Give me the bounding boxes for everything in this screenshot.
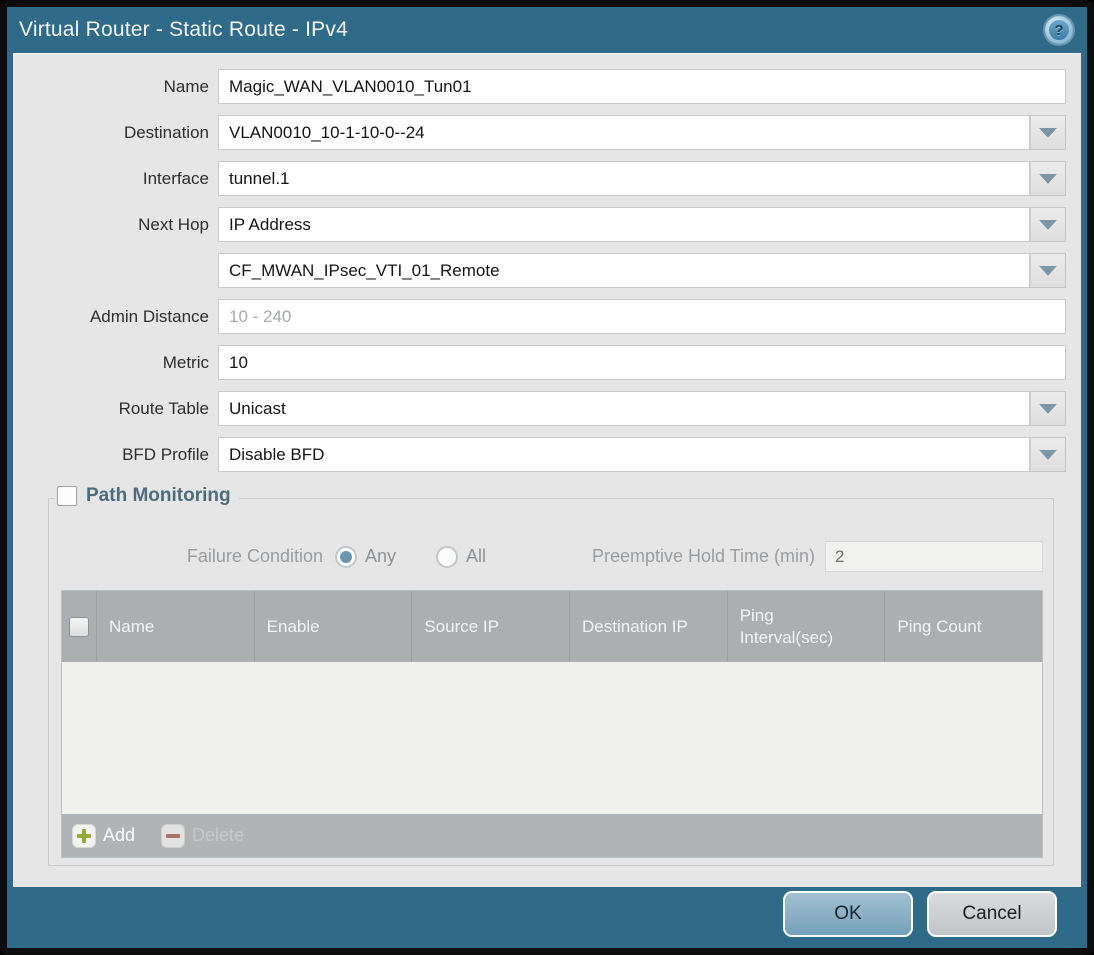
table-header-row: Name Enable Source IP Destination IP Pin…: [62, 591, 1042, 662]
table-header-select: [62, 591, 97, 662]
admin-distance-input[interactable]: [218, 299, 1066, 334]
preemptive-hold-time-label: Preemptive Hold Time (min): [591, 546, 815, 566]
chevron-down-icon: [1039, 173, 1057, 184]
static-route-dialog: Virtual Router - Static Route - IPv4 ? N…: [0, 0, 1094, 955]
preemptive-hold-time-input[interactable]: [825, 541, 1043, 572]
interface-label: Interface: [142, 168, 209, 188]
bfd-profile-dropdown-button[interactable]: [1030, 437, 1066, 472]
plus-icon: [72, 823, 96, 848]
form-row-route-table: Route Table: [28, 391, 1066, 426]
select-all-checkbox[interactable]: [69, 616, 89, 637]
path-monitoring-title: Path Monitoring: [86, 485, 231, 506]
next-hop-type-input[interactable]: [218, 207, 1030, 242]
table-header-name[interactable]: Name: [97, 591, 255, 662]
cancel-button[interactable]: Cancel: [927, 891, 1057, 937]
table-header-enable[interactable]: Enable: [255, 591, 413, 662]
route-table-label: Route Table: [118, 398, 209, 418]
table-header-ping-count[interactable]: Ping Count: [885, 591, 1042, 662]
chevron-down-icon: [1039, 403, 1057, 414]
path-monitoring-group: Path Monitoring Failure Condition Any Al…: [48, 485, 1054, 866]
failure-condition-all-radio[interactable]: [436, 545, 459, 568]
path-monitoring-table: Name Enable Source IP Destination IP Pin…: [61, 590, 1043, 858]
form-row-admin-distance: Admin Distance: [28, 299, 1066, 334]
next-hop-label: Next Hop: [138, 214, 209, 234]
path-monitoring-legend: Path Monitoring: [55, 485, 239, 507]
form-row-name: Name: [28, 69, 1066, 104]
dialog-content: Name Destination Interface Next Hop: [13, 53, 1081, 887]
dialog-footer: OK Cancel: [13, 880, 1081, 948]
next-hop-type-dropdown-button[interactable]: [1030, 207, 1066, 242]
chevron-down-icon: [1039, 219, 1057, 230]
bfd-profile-label: BFD Profile: [122, 444, 209, 464]
form-row-next-hop-address: [28, 253, 1066, 288]
admin-distance-label: Admin Distance: [89, 306, 209, 326]
ok-button[interactable]: OK: [783, 891, 913, 937]
metric-label: Metric: [162, 352, 209, 372]
failure-condition-any-label: Any: [365, 546, 397, 566]
failure-condition-any-radio[interactable]: [335, 545, 357, 568]
interface-dropdown-button[interactable]: [1030, 161, 1066, 196]
form-row-bfd-profile: BFD Profile: [28, 437, 1066, 472]
destination-dropdown-button[interactable]: [1030, 115, 1066, 150]
metric-input[interactable]: [218, 345, 1066, 380]
minus-icon: [161, 823, 186, 848]
table-body-empty: [62, 662, 1042, 814]
form-row-destination: Destination: [28, 115, 1066, 150]
next-hop-address-dropdown-button[interactable]: [1030, 253, 1066, 288]
delete-button[interactable]: Delete: [161, 823, 244, 848]
chevron-down-icon: [1039, 127, 1057, 138]
interface-input[interactable]: [218, 161, 1030, 196]
table-toolbar: Add Delete: [62, 814, 1042, 857]
failure-condition-row: Failure Condition Any All Preemptive Hol…: [55, 541, 1043, 572]
table-header-ping-interval[interactable]: Ping Interval(sec): [728, 591, 886, 662]
destination-label: Destination: [123, 122, 209, 142]
chevron-down-icon: [1039, 449, 1057, 460]
dialog-titlebar: Virtual Router - Static Route - IPv4 ?: [7, 7, 1087, 53]
route-table-input[interactable]: [218, 391, 1030, 426]
dialog-title: Virtual Router - Static Route - IPv4: [19, 18, 348, 41]
help-icon[interactable]: ?: [1045, 16, 1073, 44]
failure-condition-all-label: All: [466, 546, 487, 566]
name-input[interactable]: [218, 69, 1066, 104]
form-row-interface: Interface: [28, 161, 1066, 196]
bfd-profile-input[interactable]: [218, 437, 1030, 472]
table-header-source-ip[interactable]: Source IP: [412, 591, 571, 662]
path-monitoring-checkbox[interactable]: [57, 486, 77, 506]
table-header-destination-ip[interactable]: Destination IP: [570, 591, 728, 662]
chevron-down-icon: [1039, 265, 1057, 276]
add-button[interactable]: Add: [72, 823, 135, 848]
next-hop-address-input[interactable]: [218, 253, 1030, 288]
route-table-dropdown-button[interactable]: [1030, 391, 1066, 426]
name-label: Name: [163, 76, 209, 96]
failure-condition-label: Failure Condition: [186, 546, 323, 566]
form-row-next-hop: Next Hop: [28, 207, 1066, 242]
destination-input[interactable]: [218, 115, 1030, 150]
form-row-metric: Metric: [28, 345, 1066, 380]
